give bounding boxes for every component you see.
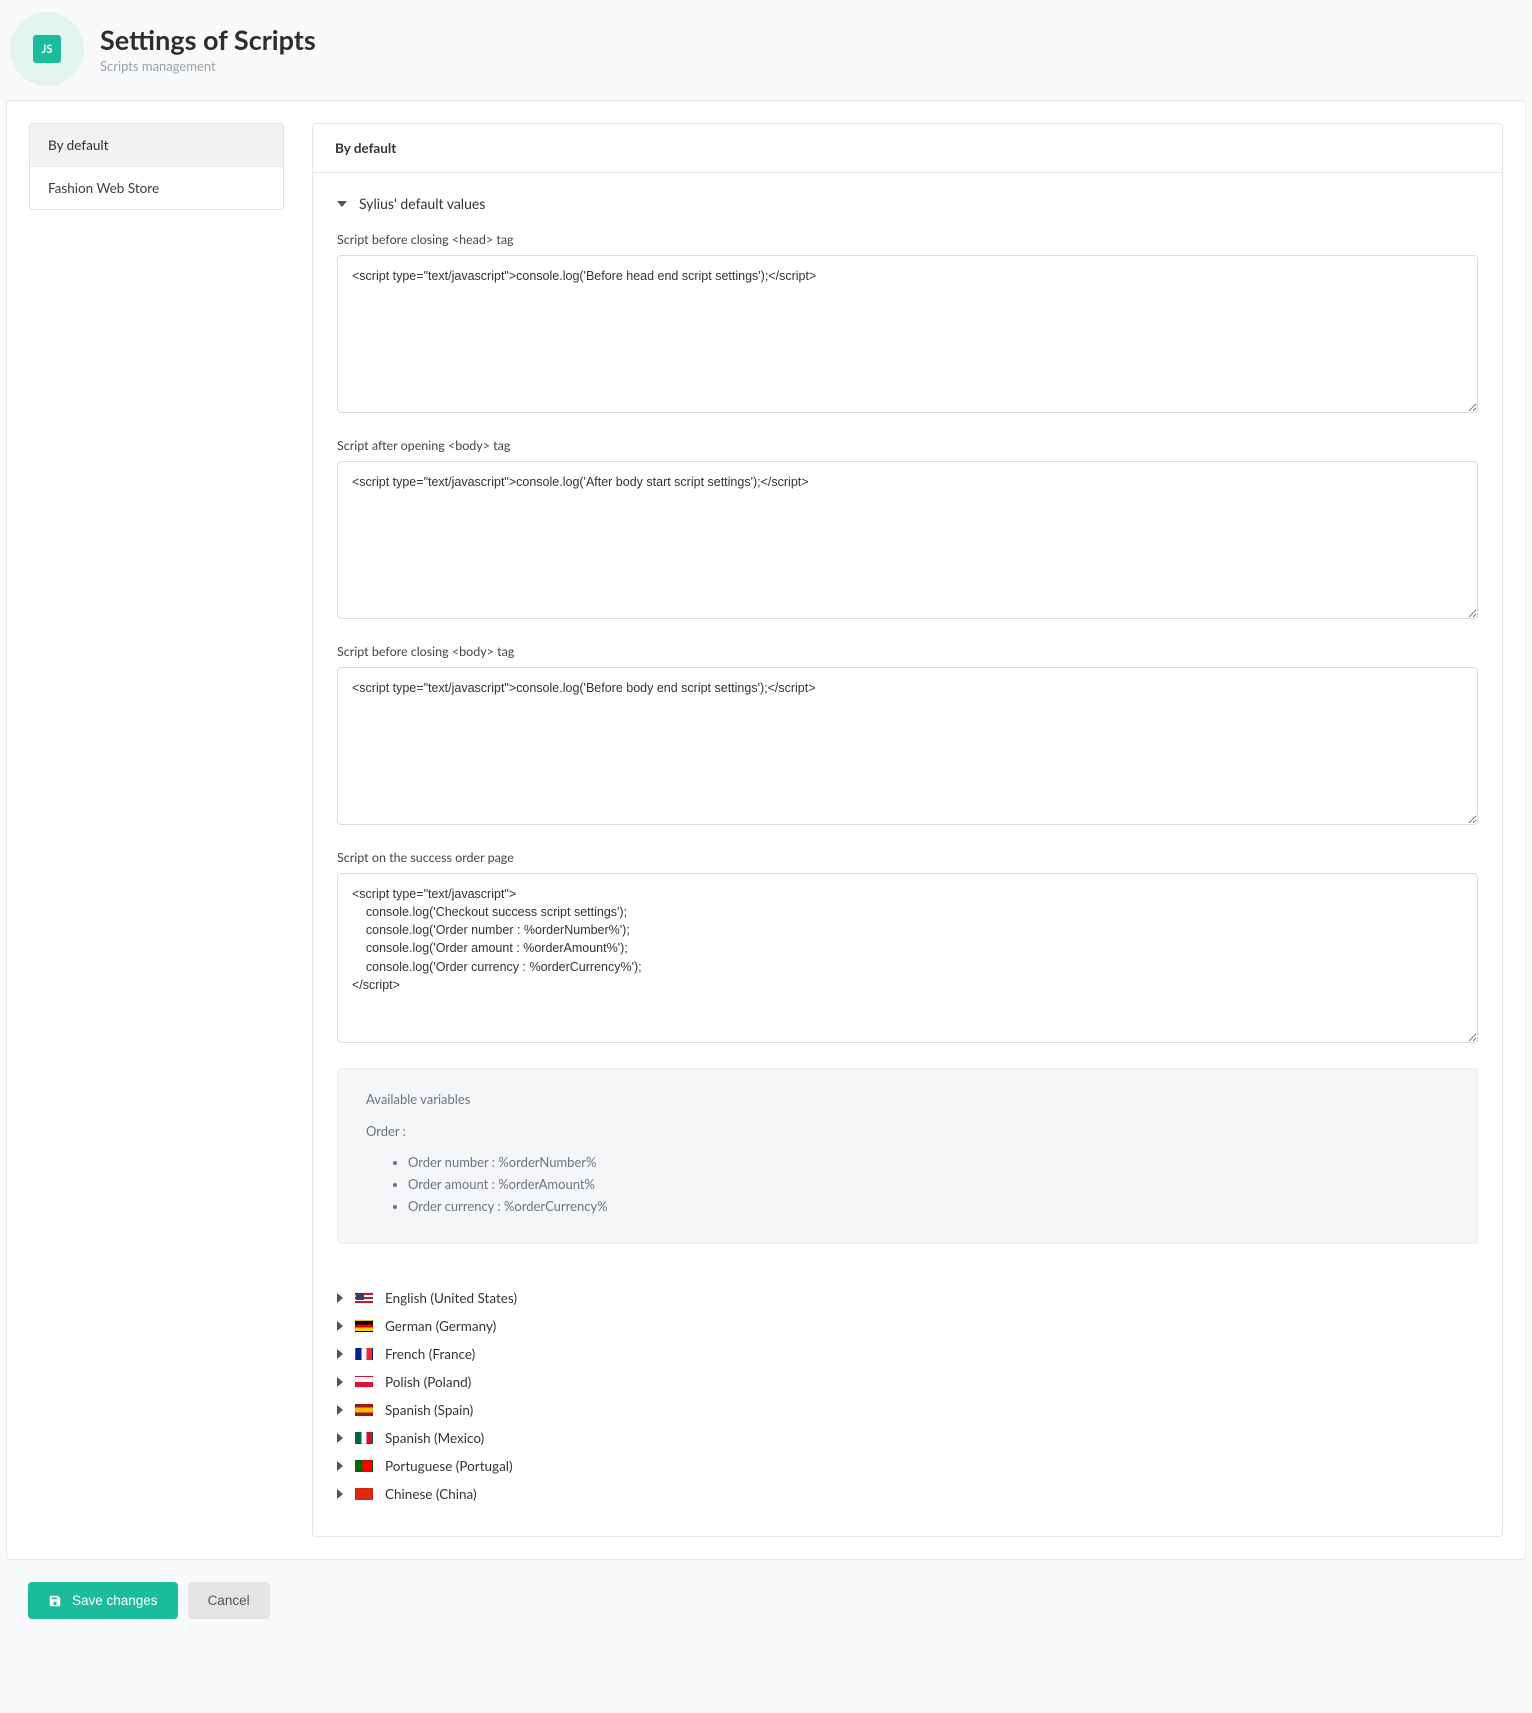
textarea-body-end[interactable]	[337, 667, 1478, 825]
caret-right-icon	[337, 1433, 343, 1443]
caret-right-icon	[337, 1377, 343, 1387]
caret-right-icon	[337, 1405, 343, 1415]
label-head-end: Script before closing <head> tag	[337, 232, 1478, 247]
lang-label: French (France)	[385, 1346, 475, 1362]
header-icon-circle: JS	[10, 12, 84, 86]
save-button[interactable]: Save changes	[28, 1582, 178, 1619]
lang-pl-pl[interactable]: Polish (Poland)	[337, 1368, 1478, 1396]
label-body-end: Script before closing <body> tag	[337, 644, 1478, 659]
caret-right-icon	[337, 1489, 343, 1499]
lang-label: Spanish (Spain)	[385, 1402, 473, 1418]
js-icon: JS	[33, 35, 61, 63]
flag-mx-icon	[355, 1432, 373, 1444]
vars-title: Available variables	[366, 1091, 1449, 1107]
textarea-body-start[interactable]	[337, 461, 1478, 619]
flag-pt-icon	[355, 1460, 373, 1472]
flag-de-icon	[355, 1320, 373, 1332]
cancel-button[interactable]: Cancel	[188, 1582, 270, 1619]
lang-de-de[interactable]: German (Germany)	[337, 1312, 1478, 1340]
vars-list: Order number : %orderNumber% Order amoun…	[366, 1151, 1449, 1217]
flag-pl-icon	[355, 1376, 373, 1388]
caret-right-icon	[337, 1349, 343, 1359]
page-title: Settings of Scripts	[100, 24, 316, 55]
accordion-default-values[interactable]: Sylius' default values	[337, 195, 1478, 212]
flag-es-icon	[355, 1404, 373, 1416]
caret-right-icon	[337, 1293, 343, 1303]
lang-label: German (Germany)	[385, 1318, 496, 1334]
accordion-label: Sylius' default values	[359, 195, 485, 212]
cancel-label: Cancel	[208, 1593, 250, 1608]
page-subtitle: Scripts management	[100, 58, 316, 74]
content-panel: By default Sylius' default values Script…	[312, 123, 1503, 1537]
lang-label: Portuguese (Portugal)	[385, 1458, 513, 1474]
label-body-start: Script after opening <body> tag	[337, 438, 1478, 453]
lang-label: Spanish (Mexico)	[385, 1430, 484, 1446]
lang-label: English (United States)	[385, 1290, 517, 1306]
caret-right-icon	[337, 1321, 343, 1331]
sidebar-item-fashion-web-store[interactable]: Fashion Web Store	[30, 167, 283, 209]
flag-cn-icon	[355, 1488, 373, 1500]
lang-label: Polish (Poland)	[385, 1374, 471, 1390]
var-order-currency: Order currency : %orderCurrency%	[408, 1195, 1449, 1217]
lang-en-us[interactable]: English (United States)	[337, 1284, 1478, 1312]
language-list: English (United States) German (Germany)…	[337, 1284, 1478, 1508]
channel-sidebar: By default Fashion Web Store	[29, 123, 284, 210]
lang-fr-fr[interactable]: French (France)	[337, 1340, 1478, 1368]
lang-es-mx[interactable]: Spanish (Mexico)	[337, 1424, 1478, 1452]
lang-zh-cn[interactable]: Chinese (China)	[337, 1480, 1478, 1508]
textarea-success-order[interactable]	[337, 873, 1478, 1043]
lang-label: Chinese (China)	[385, 1486, 477, 1502]
label-success-order: Script on the success order page	[337, 850, 1478, 865]
var-order-number: Order number : %orderNumber%	[408, 1151, 1449, 1173]
flag-fr-icon	[355, 1348, 373, 1360]
flag-us-icon	[355, 1292, 373, 1304]
lang-pt-pt[interactable]: Portuguese (Portugal)	[337, 1452, 1478, 1480]
lang-es-es[interactable]: Spanish (Spain)	[337, 1396, 1478, 1424]
var-order-amount: Order amount : %orderAmount%	[408, 1173, 1449, 1195]
vars-group: Order :	[366, 1123, 1449, 1139]
textarea-head-end[interactable]	[337, 255, 1478, 413]
caret-down-icon	[337, 201, 347, 207]
save-icon	[48, 1594, 62, 1608]
page-header: JS Settings of Scripts Scripts managemen…	[0, 0, 1532, 100]
caret-right-icon	[337, 1461, 343, 1471]
save-label: Save changes	[72, 1593, 158, 1608]
available-variables-box: Available variables Order : Order number…	[337, 1068, 1478, 1244]
content-title: By default	[313, 124, 1502, 173]
sidebar-item-default[interactable]: By default	[30, 124, 283, 167]
